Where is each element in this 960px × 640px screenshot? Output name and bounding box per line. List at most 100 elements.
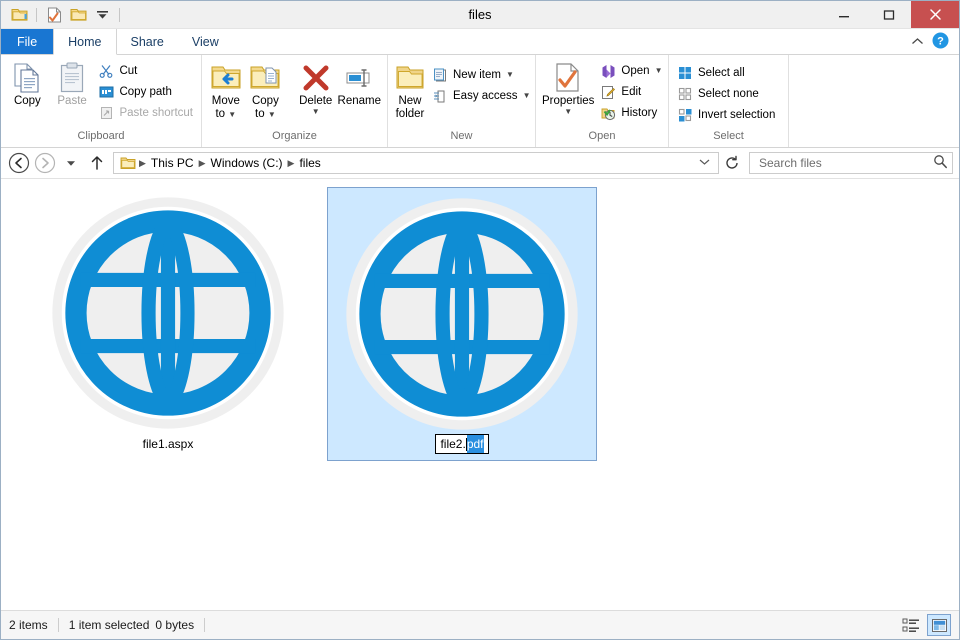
- paste-shortcut-icon: [98, 105, 114, 121]
- chevron-down-icon[interactable]: ▼: [312, 108, 320, 116]
- open-icon: [600, 63, 616, 79]
- breadcrumb-sep-1[interactable]: ▶: [198, 158, 207, 169]
- chevron-down-icon[interactable]: ▼: [564, 108, 572, 116]
- chevron-up-icon[interactable]: [911, 35, 924, 49]
- recent-locations-button[interactable]: [59, 151, 83, 175]
- copy-to-icon: [249, 61, 281, 95]
- breadcrumb-item-files[interactable]: files: [295, 153, 324, 173]
- address-bar: ▶ This PC ▶ Windows (C:) ▶ files: [1, 148, 959, 178]
- copy-path-icon: [98, 84, 114, 100]
- copy-path-button-label: Copy path: [119, 86, 171, 98]
- open-small-commands: Open ▼ Edit: [596, 59, 666, 123]
- chevron-down-icon[interactable]: ▼: [655, 67, 663, 75]
- tab-home[interactable]: Home: [53, 29, 116, 55]
- select-all-button[interactable]: Select all: [673, 63, 779, 83]
- window-title: files: [1, 1, 959, 28]
- easy-access-icon: [432, 88, 448, 104]
- chevron-down-icon[interactable]: ▼: [268, 110, 276, 119]
- breadcrumb-item-windows-c[interactable]: Windows (C:): [207, 153, 287, 173]
- rename-selected-text: pdf: [467, 435, 484, 453]
- breadcrumb-item-this-pc[interactable]: This PC: [147, 153, 198, 173]
- move-to-button[interactable]: Move to ▼: [206, 59, 246, 121]
- chevron-down-icon[interactable]: ▼: [228, 110, 236, 119]
- move-to-icon: [210, 61, 242, 95]
- ribbon-group-new: New folder New item ▼: [388, 55, 536, 147]
- select-none-icon: [677, 86, 693, 102]
- copy-to-label-1: Copy: [252, 95, 279, 108]
- open-button[interactable]: Open ▼: [596, 61, 666, 81]
- search-box[interactable]: [749, 152, 953, 174]
- new-folder-label-1: New: [398, 95, 421, 108]
- paste-shortcut-button[interactable]: Paste shortcut: [94, 103, 197, 123]
- new-item-button[interactable]: New item ▼: [428, 65, 534, 85]
- delete-icon: [301, 61, 331, 95]
- search-input[interactable]: [757, 155, 933, 171]
- large-icons-view-button[interactable]: [927, 614, 951, 636]
- properties-icon[interactable]: [44, 5, 64, 25]
- explorer-window: files File Home Share View: [0, 0, 960, 640]
- ribbon-group-clipboard-title: Clipboard: [5, 129, 197, 147]
- select-none-label: Select none: [698, 88, 759, 100]
- help-icon[interactable]: ?: [932, 32, 949, 52]
- scissors-icon: [98, 63, 114, 79]
- chevron-down-icon[interactable]: ▼: [523, 92, 531, 100]
- refresh-button[interactable]: [721, 152, 743, 174]
- file-list-view[interactable]: file1.aspx: [1, 178, 959, 610]
- folder-icon: [118, 156, 138, 170]
- cut-button[interactable]: Cut: [94, 61, 197, 81]
- copy-to-button[interactable]: Copy to ▼: [246, 59, 286, 121]
- chevron-down-icon[interactable]: ▼: [506, 71, 514, 79]
- clipboard-small-commands: Cut: [94, 59, 197, 123]
- ribbon-group-new-title: New: [392, 129, 531, 147]
- history-button[interactable]: History: [596, 103, 666, 123]
- globe-icon: [50, 195, 286, 431]
- breadcrumb[interactable]: ▶ This PC ▶ Windows (C:) ▶ files: [113, 152, 719, 174]
- tab-share[interactable]: Share: [117, 29, 178, 54]
- paste-button[interactable]: Paste: [50, 59, 95, 108]
- select-none-button[interactable]: Select none: [673, 84, 779, 104]
- new-folder-button[interactable]: New folder: [392, 59, 428, 121]
- rename-button[interactable]: Rename: [336, 59, 383, 108]
- status-divider-2: [204, 618, 205, 632]
- move-to-label-1: Move: [212, 95, 240, 108]
- quick-access-toolbar: [1, 1, 123, 28]
- ribbon-group-select-title: Select: [673, 129, 784, 147]
- minimize-button[interactable]: [821, 1, 866, 28]
- breadcrumb-sep-2[interactable]: ▶: [287, 158, 296, 169]
- cut-button-label: Cut: [119, 65, 137, 77]
- customize-icon[interactable]: [92, 5, 112, 25]
- rename-label: Rename: [338, 95, 381, 108]
- delete-button[interactable]: Delete ▼: [296, 59, 336, 116]
- chevron-down-icon[interactable]: [693, 158, 716, 168]
- history-icon: [600, 105, 616, 121]
- search-icon[interactable]: [933, 154, 948, 172]
- invert-selection-button[interactable]: Invert selection: [673, 105, 779, 125]
- copy-path-button[interactable]: Copy path: [94, 82, 197, 102]
- tab-file[interactable]: File: [1, 29, 53, 54]
- ribbon-group-select: Select all Select none: [669, 55, 789, 147]
- copy-to-label-2: to: [255, 108, 265, 120]
- rename-input[interactable]: file2.pdf: [435, 434, 488, 454]
- rename-icon: [343, 61, 375, 95]
- edit-label: Edit: [621, 86, 641, 98]
- list-item[interactable]: file2.pdf: [327, 187, 597, 461]
- status-divider-1: [58, 618, 59, 632]
- maximize-button[interactable]: [866, 1, 911, 28]
- select-small-commands: Select all Select none: [673, 59, 779, 125]
- close-button[interactable]: [911, 1, 959, 28]
- window-controls: [821, 1, 959, 28]
- forward-button[interactable]: [33, 151, 57, 175]
- up-button[interactable]: [85, 151, 109, 175]
- paste-button-label: Paste: [57, 95, 86, 108]
- details-view-button[interactable]: [899, 614, 923, 636]
- edit-button[interactable]: Edit: [596, 82, 666, 102]
- explorer-icon[interactable]: [9, 5, 29, 25]
- new-folder-icon[interactable]: [68, 5, 88, 25]
- easy-access-button[interactable]: Easy access ▼: [428, 86, 534, 106]
- status-bar: 2 items 1 item selected 0 bytes: [1, 610, 959, 639]
- list-item[interactable]: file1.aspx: [33, 187, 303, 461]
- tab-view[interactable]: View: [178, 29, 233, 54]
- back-button[interactable]: [7, 151, 31, 175]
- copy-button[interactable]: Copy: [5, 59, 50, 108]
- properties-button[interactable]: Properties ▼: [540, 59, 596, 116]
